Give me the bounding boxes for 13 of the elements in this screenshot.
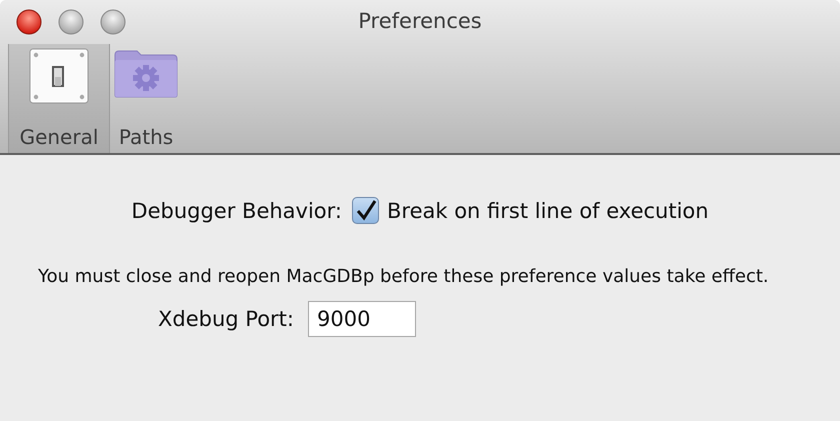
- close-button[interactable]: [16, 9, 42, 35]
- light-switch-icon: [28, 47, 90, 105]
- window-button[interactable]: [100, 9, 126, 35]
- toolbar-tab[interactable]: Paths: [110, 44, 182, 153]
- toolbar-tab[interactable]: General: [8, 44, 110, 153]
- checkbox-label: Break on first line of execution: [387, 198, 709, 222]
- window-title: Preferences: [358, 9, 482, 33]
- notice-text: You must close and reopen MacGDBp before these preference values take effect.: [38, 265, 770, 289]
- window-button[interactable]: [58, 9, 84, 35]
- field-label: Debugger Behavior:: [131, 198, 342, 222]
- port-field[interactable]: 9000: [308, 301, 416, 337]
- checkbox[interactable]: [352, 197, 379, 224]
- field-label: Xdebug Port:: [158, 307, 294, 331]
